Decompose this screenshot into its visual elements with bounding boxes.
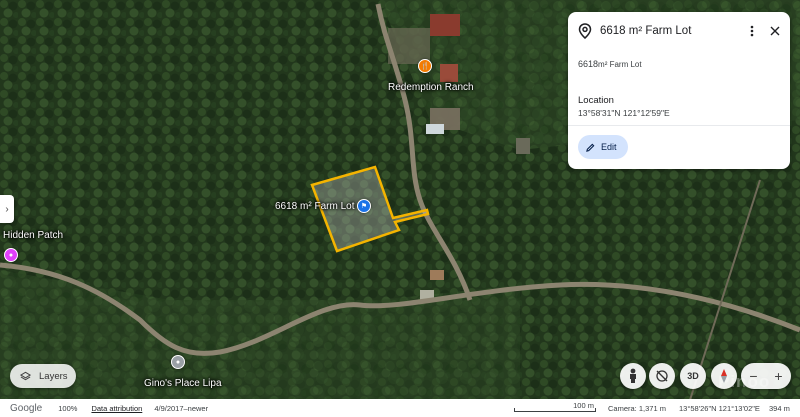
camera-altitude: Camera: 1,371 m xyxy=(608,403,666,413)
redemption-ranch-pin[interactable]: 🍴 xyxy=(418,59,432,73)
ginos-place-pin[interactable]: ● xyxy=(171,355,185,369)
layers-icon xyxy=(20,371,31,381)
description-number: 6618 xyxy=(578,59,599,69)
description-unit: m² xyxy=(598,60,608,69)
cursor-coordinates: 13°58'26"N 121°13'02"E xyxy=(679,403,760,413)
ginos-place-label[interactable]: Gino's Place Lipa xyxy=(144,378,222,389)
tilt-toggle-button[interactable] xyxy=(649,363,675,389)
location-heading: Location xyxy=(578,95,614,106)
close-icon[interactable] xyxy=(768,24,782,38)
hidden-patch-label[interactable]: Hidden Patch xyxy=(3,230,63,241)
tilt-off-icon xyxy=(656,370,668,382)
more-vert-icon[interactable] xyxy=(746,23,758,39)
location-pin-icon xyxy=(578,23,592,39)
imagery-date: 4/9/2017–newer xyxy=(154,403,209,413)
edit-button[interactable]: Edit xyxy=(578,135,628,159)
status-bar: Google 100% Data attribution 4/9/2017–ne… xyxy=(0,399,800,417)
pencil-icon xyxy=(586,143,595,152)
farm-lot-pin[interactable]: ⚑ xyxy=(357,199,371,213)
compass-button[interactable] xyxy=(711,363,737,389)
layers-button[interactable]: Layers xyxy=(10,364,76,388)
redemption-ranch-label[interactable]: Redemption Ranch xyxy=(388,82,474,93)
panel-header: 6618 m² Farm Lot xyxy=(578,22,782,40)
scale-bar[interactable]: 100 m xyxy=(514,401,596,413)
panel-divider xyxy=(568,125,790,126)
google-logo: Google xyxy=(10,402,43,414)
street-view-button[interactable] xyxy=(620,363,646,389)
scale-bar-line xyxy=(514,408,596,412)
zoom-out-button[interactable]: − xyxy=(749,368,757,384)
hidden-patch-pin[interactable]: ● xyxy=(4,248,18,262)
location-coordinates: 13°58'31"N 121°12'59"E xyxy=(578,108,670,118)
farm-lot-label[interactable]: 6618 m² Farm Lot xyxy=(275,201,354,212)
panel-description: 6618m² Farm Lot xyxy=(578,59,642,69)
compass-icon xyxy=(721,369,727,383)
zoom-level: 100% xyxy=(58,403,78,413)
3d-button[interactable]: 3D xyxy=(680,363,706,389)
layers-label: Layers xyxy=(39,370,68,382)
place-info-panel: 6618 m² Farm Lot 6618m² Farm Lot Locatio… xyxy=(568,12,790,169)
zoom-controls: − + xyxy=(741,363,791,389)
zoom-in-button[interactable]: + xyxy=(774,368,782,384)
description-rest: Farm Lot xyxy=(607,60,642,69)
edit-label: Edit xyxy=(601,142,617,152)
pegman-icon xyxy=(630,368,636,383)
ground-elevation: 394 m xyxy=(769,403,790,413)
data-attribution-link[interactable]: Data attribution xyxy=(91,404,142,413)
panel-title: 6618 m² Farm Lot xyxy=(600,25,692,37)
side-panel-toggle[interactable]: › xyxy=(0,195,14,223)
